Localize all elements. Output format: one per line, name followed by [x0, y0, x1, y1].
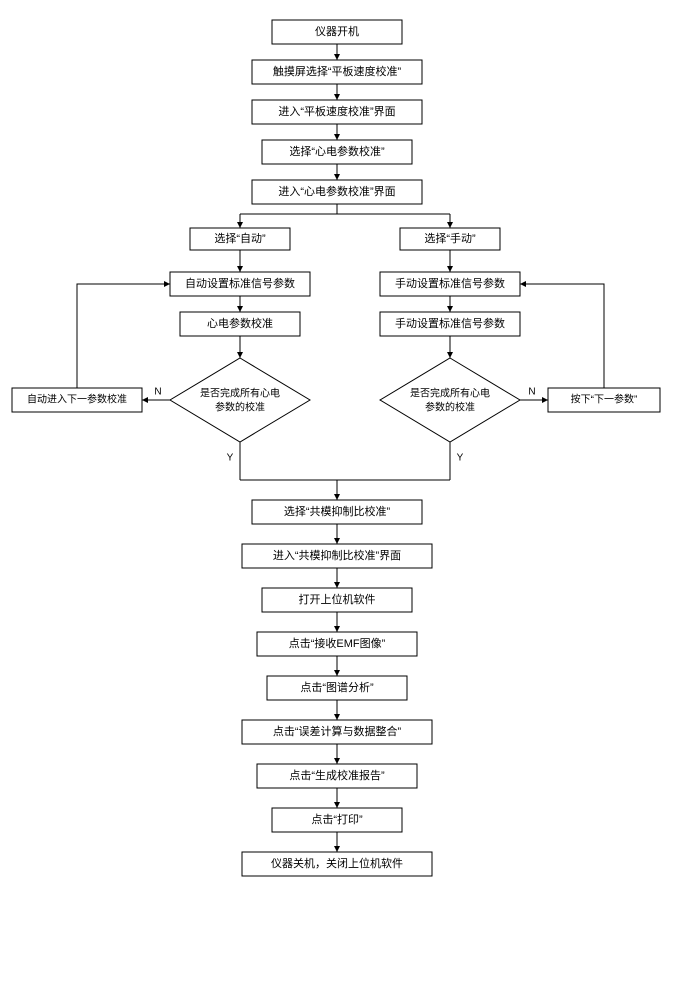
node-spectrum: 点击“图谱分析” [300, 680, 374, 694]
decision-left-line1: 是否完成所有心电 [200, 387, 280, 400]
decision-left-line2: 参数的校准 [215, 401, 265, 414]
node-select-auto: 选择“自动” [214, 231, 266, 245]
node-gen-report: 点击“生成校准报告” [289, 768, 385, 782]
node-print: 点击“打印” [311, 812, 363, 826]
node-error-calc: 点击“误差计算与数据整合” [273, 724, 402, 738]
edge-yes-right: Y [457, 453, 464, 464]
decision-right-line2: 参数的校准 [425, 401, 475, 414]
node-enter-ecg: 进入“心电参数校准”界面 [278, 184, 395, 198]
node-auto-set: 自动设置标准信号参数 [185, 276, 295, 290]
node-enter-cmrr: 进入“共模抑制比校准”界面 [273, 548, 401, 562]
node-press-next: 按下“下一参数” [571, 393, 638, 406]
node-ecg-calib: 心电参数校准 [207, 316, 273, 330]
decision-right-line1: 是否完成所有心电 [410, 387, 490, 400]
node-select-speed: 触摸屏选择“平板速度校准” [273, 64, 402, 78]
node-manual-set2: 手动设置标准信号参数 [395, 316, 505, 330]
node-select-manual: 选择“手动” [424, 231, 476, 245]
node-enter-speed: 进入“平板速度校准”界面 [278, 104, 395, 118]
node-select-ecg: 选择“心电参数校准” [289, 144, 385, 158]
node-shutdown: 仪器关机，关闭上位机软件 [271, 856, 403, 870]
edge-no-right: N [528, 387, 535, 398]
edge-yes-left: Y [227, 453, 234, 464]
node-manual-set1: 手动设置标准信号参数 [395, 276, 505, 290]
node-open-host: 打开上位机软件 [299, 592, 376, 606]
node-receive-emf: 点击“接收EMF图像” [289, 636, 386, 650]
node-select-cmrr: 选择“共模抑制比校准” [284, 504, 391, 518]
edge-no-left: N [154, 387, 161, 398]
flowchart: 仪器开机 触摸屏选择“平板速度校准” 进入“平板速度校准”界面 选择“心电参数校… [10, 10, 664, 990]
node-auto-next: 自动进入下一参数校准 [27, 393, 127, 406]
node-start: 仪器开机 [315, 24, 359, 38]
